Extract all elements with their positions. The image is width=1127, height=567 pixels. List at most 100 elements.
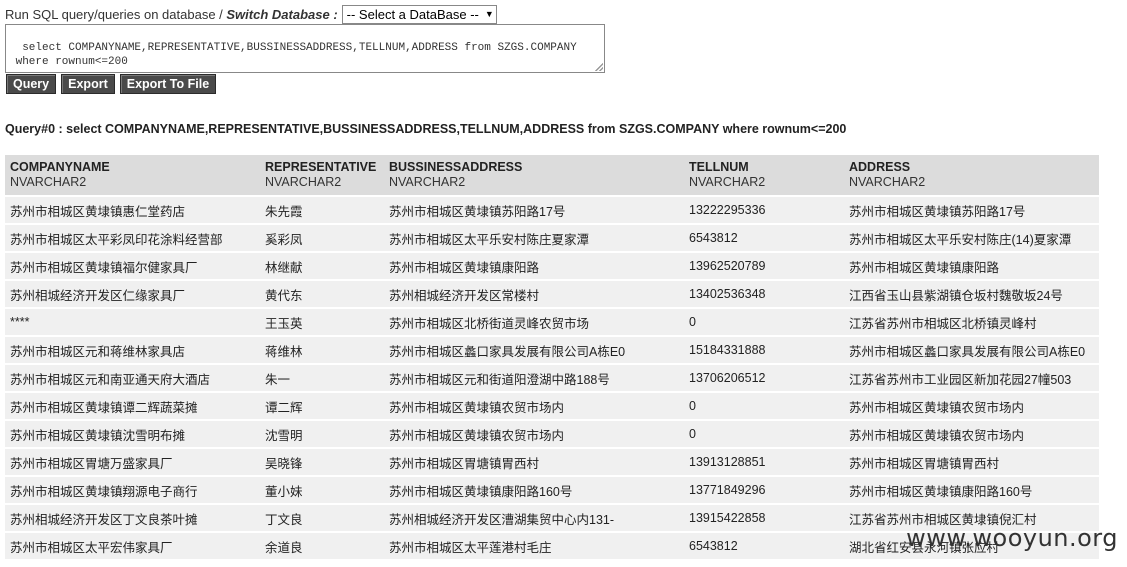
table-row: 苏州市相城区黄埭镇沈雪明布摊 沈雪明 苏州市相城区黄埭镇农贸市场内 0 苏州市相城区黄埭… [5,420,1099,449]
column-type: NVARCHAR2 [389,175,466,189]
table-cell: 6543812 [684,532,844,561]
column-name: BUSSINESSADDRESS [389,160,523,174]
export-to-file-button[interactable]: Export To File [119,74,217,94]
table-cell: 苏州市相城区蠡口家具发展有限公司A栋E0 [384,336,684,365]
results-table: COMPANYNAME NVARCHAR2 REPRESENTATIVE NVARCH… [5,155,1099,561]
table-cell: 苏州市相城区黄埭镇翔源电子商行 [5,476,260,505]
query-result-heading: Query#0 : select COMPANYNAME,REPRESENTAT… [5,122,847,136]
table-cell: 苏州市相城区元和南亚通天府大酒店 [5,364,260,393]
table-row: **** 王玉英 苏州市相城区北桥街道灵峰农贸市场 0 江苏省苏州市相城区北桥镇灵峰村 [5,308,1099,337]
table-row: 苏州市相城区黄埭镇福尔健家具厂 林继献 苏州市相城区黄埭镇康阳路 1396252078… [5,252,1099,281]
column-name: ADDRESS [849,160,911,174]
table-cell: 江苏省苏州市工业园区新加花园27幢503 [844,364,1099,393]
table-cell: 苏州市相城区北桥街道灵峰农贸市场 [384,308,684,337]
table-cell: 苏州相城经济开发区常楼村 [384,280,684,309]
table-cell: 13915422858 [684,504,844,533]
table-cell: 苏州市相城区太平宏伟家具厂 [5,532,260,561]
table-cell: 苏州市相城区黄埭镇沈雪明布摊 [5,420,260,449]
table-cell: 苏州市相城区胃塘万盛家具厂 [5,448,260,477]
table-row: 苏州市相城区黄埭镇翔源电子商行 董小妹 苏州市相城区黄埭镇康阳路160号 137718… [5,476,1099,505]
table-cell: 苏州市相城区太平乐安村陈庄夏家潭 [384,224,684,253]
table-cell: 朱一 [260,364,384,393]
table-cell: 苏州市相城区太平乐安村陈庄(14)夏家潭 [844,224,1099,253]
table-cell: 15184331888 [684,336,844,365]
table-cell: 6543812 [684,224,844,253]
table-cell: 苏州市相城区太平彩凤印花涂料经营部 [5,224,260,253]
prompt-text: Run SQL query/queries on database / [5,6,227,22]
dropdown-arrow-icon: ▼ [484,9,494,19]
table-cell: 沈雪明 [260,420,384,449]
table-cell: 黄代东 [260,280,384,309]
table-cell: 苏州相城经济开发区丁文良茶叶摊 [5,504,260,533]
sql-prompt-label: Run SQL query/queries on database / Swit… [5,7,338,22]
column-type: NVARCHAR2 [849,175,926,189]
table-cell: 13962520789 [684,252,844,281]
table-cell: 苏州市相城区黄埭镇农贸市场内 [384,420,684,449]
column-type: NVARCHAR2 [10,175,87,189]
table-cell: 王玉英 [260,308,384,337]
column-header: BUSSINESSADDRESS NVARCHAR2 [384,155,684,197]
table-cell: 0 [684,420,844,449]
table-cell: 苏州市相城区黄埭镇苏阳路17号 [844,196,1099,225]
query-button[interactable]: Query [6,74,57,94]
table-row: 苏州市相城区黄埭镇谭二辉蔬菜摊 谭二辉 苏州市相城区黄埭镇农贸市场内 0 苏州市相城区黄… [5,392,1099,421]
table-cell: 苏州相城经济开发区漕湖集贸中心内131- [384,504,684,533]
table-cell: 苏州市相城区黄埭镇康阳路 [384,252,684,281]
watermark: www.wooyun.org [906,524,1118,552]
table-cell: 苏州市相城区胃塘镇胃西村 [844,448,1099,477]
database-select[interactable]: -- Select a DataBase -- ▼ [341,4,497,24]
table-cell: 13771849296 [684,476,844,505]
database-select-value: -- Select a DataBase -- [346,6,479,22]
table-cell: 苏州市相城区黄埭镇苏阳路17号 [384,196,684,225]
table-cell: 苏州市相城区黄埭镇康阳路 [844,252,1099,281]
table-cell: 丁文良 [260,504,384,533]
table-cell: 苏州市相城区黄埭镇惠仁堂药店 [5,196,260,225]
table-cell: 谭二辉 [260,392,384,421]
table-cell: 13913128851 [684,448,844,477]
table-cell: 朱先霞 [260,196,384,225]
table-cell: 苏州市相城区黄埭镇康阳路160号 [384,476,684,505]
column-type: NVARCHAR2 [265,175,342,189]
column-header: TELLNUM NVARCHAR2 [684,155,844,197]
column-name: TELLNUM [689,160,749,174]
table-cell: 余道良 [260,532,384,561]
table-cell: 13402536348 [684,280,844,309]
table-cell: 苏州市相城区黄埭镇农贸市场内 [844,420,1099,449]
table-cell: 江西省玉山县紫湖镇仓坂村魏敬坂24号 [844,280,1099,309]
table-row: 苏州市相城区黄埭镇惠仁堂药店 朱先霞 苏州市相城区黄埭镇苏阳路17号 13222295… [5,196,1099,225]
table-cell: 吴晓锋 [260,448,384,477]
table-cell: 苏州市相城区黄埭镇农贸市场内 [844,392,1099,421]
table-cell: 13222295336 [684,196,844,225]
table-row: 苏州市相城区元和南亚通天府大酒店 朱一 苏州市相城区元和街道阳澄湖中路188号 137… [5,364,1099,393]
table-row: 苏州相城经济开发区仁缘家具厂 黄代东 苏州相城经济开发区常楼村 13402536348… [5,280,1099,309]
table-row: 苏州市相城区太平彩凤印花涂料经营部 奚彩凤 苏州市相城区太平乐安村陈庄夏家潭 6543… [5,224,1099,253]
table-cell: 奚彩凤 [260,224,384,253]
table-cell: 苏州市相城区胃塘镇胃西村 [384,448,684,477]
table-cell: 蒋维林 [260,336,384,365]
table-cell: 苏州市相城区黄埭镇谭二辉蔬菜摊 [5,392,260,421]
table-header-row: COMPANYNAME NVARCHAR2 REPRESENTATIVE NVARCH… [5,155,1099,197]
table-cell: **** [5,308,260,337]
table-cell: 苏州相城经济开发区仁缘家具厂 [5,280,260,309]
resize-grip-icon[interactable] [595,63,603,71]
database-switch-bar: Run SQL query/queries on database / Swit… [5,4,497,24]
export-button[interactable]: Export [61,74,115,94]
table-cell: 苏州市相城区蠡口家具发展有限公司A栋E0 [844,336,1099,365]
table-cell: 0 [684,308,844,337]
table-cell: 苏州市相城区太平莲港村毛庄 [384,532,684,561]
table-cell: 林继献 [260,252,384,281]
table-cell: 苏州市相城区黄埭镇农贸市场内 [384,392,684,421]
table-row: 苏州市相城区元和蒋维林家具店 蒋维林 苏州市相城区蠡口家具发展有限公司A栋E0 151… [5,336,1099,365]
table-body: 苏州市相城区黄埭镇惠仁堂药店 朱先霞 苏州市相城区黄埭镇苏阳路17号 13222295… [5,196,1099,561]
table-cell: 江苏省苏州市相城区北桥镇灵峰村 [844,308,1099,337]
column-header: ADDRESS NVARCHAR2 [844,155,1099,197]
action-buttons: Query Export Export To File [6,74,217,94]
sql-query-text: select COMPANYNAME,REPRESENTATIVE,BUSSIN… [15,42,577,68]
table-cell: 苏州市相城区元和街道阳澄湖中路188号 [384,364,684,393]
column-type: NVARCHAR2 [689,175,766,189]
table-cell: 苏州市相城区元和蒋维林家具店 [5,336,260,365]
table-cell: 13706206512 [684,364,844,393]
table-cell: 0 [684,392,844,421]
table-cell: 董小妹 [260,476,384,505]
sql-query-textarea[interactable]: select COMPANYNAME,REPRESENTATIVE,BUSSIN… [5,24,605,73]
